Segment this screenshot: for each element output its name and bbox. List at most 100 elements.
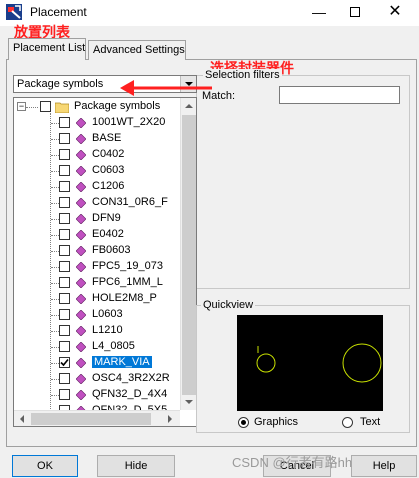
tree-item-checkbox[interactable] bbox=[59, 373, 70, 384]
tree-item-label: L0603 bbox=[92, 308, 123, 320]
vertical-scrollbar[interactable] bbox=[180, 98, 196, 410]
tree-item-label: HOLE2M8_P bbox=[92, 292, 157, 304]
tree-item-checkbox[interactable] bbox=[59, 165, 70, 176]
tab-placement-list[interactable]: Placement List bbox=[8, 38, 86, 60]
tree-connector bbox=[51, 379, 59, 380]
tree-connector bbox=[51, 347, 59, 348]
scroll-down-icon[interactable] bbox=[185, 400, 193, 404]
tree-item-checkbox[interactable] bbox=[59, 133, 70, 144]
tree-item-checkbox[interactable] bbox=[59, 117, 70, 128]
tree-item-checkbox[interactable] bbox=[59, 213, 70, 224]
horizontal-scroll-thumb[interactable] bbox=[31, 413, 151, 425]
package-symbol-icon bbox=[75, 117, 87, 129]
tree-item[interactable]: C0603 bbox=[14, 163, 179, 179]
tree-connector bbox=[26, 107, 38, 108]
scroll-up-icon[interactable] bbox=[185, 104, 193, 108]
collapse-icon[interactable]: − bbox=[17, 102, 26, 111]
hide-button[interactable]: Hide bbox=[97, 455, 175, 477]
tree-item[interactable]: HOLE2M8_P bbox=[14, 291, 179, 307]
tree-item-checkbox[interactable] bbox=[59, 309, 70, 320]
package-symbol-icon bbox=[75, 197, 87, 209]
tree-item[interactable]: FPC5_19_073 bbox=[14, 259, 179, 275]
tree-item[interactable]: L0603 bbox=[14, 307, 179, 323]
package-symbol-icon bbox=[75, 309, 87, 321]
tree-connector bbox=[51, 251, 59, 252]
tree-item-label: CON31_0R6_F bbox=[92, 196, 168, 208]
tree-item-checkbox[interactable] bbox=[59, 389, 70, 400]
match-input[interactable] bbox=[279, 86, 400, 104]
package-symbol-icon bbox=[75, 133, 87, 145]
tree-connector bbox=[51, 299, 59, 300]
app-icon bbox=[6, 4, 22, 20]
tree-connector bbox=[51, 187, 59, 188]
tree-item[interactable]: L4_0805 bbox=[14, 339, 179, 355]
tree-root-checkbox[interactable] bbox=[40, 101, 51, 112]
ok-button[interactable]: OK bbox=[12, 455, 78, 477]
tree-item[interactable]: FPC6_1MM_L bbox=[14, 275, 179, 291]
minimize-button[interactable]: — bbox=[302, 0, 336, 26]
graphics-radio-label[interactable]: Graphics bbox=[254, 416, 298, 428]
tree-root[interactable]: − Package symbols bbox=[14, 99, 179, 115]
tree-connector bbox=[51, 315, 59, 316]
tree-item-label: L4_0805 bbox=[92, 340, 135, 352]
horizontal-scrollbar[interactable] bbox=[14, 410, 180, 426]
tree-item-checkbox[interactable] bbox=[59, 181, 70, 192]
maximize-button[interactable] bbox=[338, 0, 372, 26]
tab-advanced-settings[interactable]: Advanced Settings bbox=[88, 40, 186, 60]
tree-item-label: L1210 bbox=[92, 324, 123, 336]
tree-connector bbox=[51, 267, 59, 268]
graphics-radio[interactable] bbox=[238, 417, 249, 428]
tree-item-label: C1206 bbox=[92, 180, 125, 192]
tree-root-label: Package symbols bbox=[74, 100, 161, 112]
tree-item[interactable]: E0402 bbox=[14, 227, 179, 243]
preview-large-pad bbox=[342, 343, 382, 383]
tree-connector bbox=[51, 139, 59, 140]
tree-item[interactable]: 1001WT_2X20 bbox=[14, 115, 179, 131]
tree-item[interactable]: DFN9 bbox=[14, 211, 179, 227]
tree-item-checkbox[interactable] bbox=[59, 261, 70, 272]
placement-tree[interactable]: − Package symbols 1001WT_2X20 BASE C0402 C060… bbox=[13, 97, 197, 427]
maximize-icon bbox=[350, 7, 360, 17]
tree-item-label: QFN32_D_4X4 bbox=[92, 388, 168, 400]
package-type-value: Package symbols bbox=[17, 78, 104, 90]
scroll-left-icon[interactable] bbox=[20, 415, 24, 423]
tree-item-checkbox[interactable] bbox=[59, 293, 70, 304]
tree-item[interactable]: FB0603 bbox=[14, 243, 179, 259]
close-button[interactable]: ✕ bbox=[376, 0, 414, 26]
tree-item-label: C0402 bbox=[92, 148, 125, 160]
tree-item-label: DFN9 bbox=[92, 212, 121, 224]
quickview-preview bbox=[237, 315, 383, 411]
tree-connector bbox=[51, 203, 59, 204]
package-symbol-icon bbox=[75, 373, 87, 385]
tree-item[interactable]: QFN32_D_4X4 bbox=[14, 387, 179, 403]
tree-item-checkbox[interactable] bbox=[59, 325, 70, 336]
tree-item[interactable]: L1210 bbox=[14, 323, 179, 339]
help-button[interactable]: Help bbox=[351, 455, 417, 477]
tree-item-checkbox[interactable] bbox=[59, 229, 70, 240]
tree-item-checkbox[interactable] bbox=[59, 277, 70, 288]
package-symbol-icon bbox=[75, 245, 87, 257]
tree-item-checkbox[interactable] bbox=[59, 245, 70, 256]
tree-item[interactable]: C0402 bbox=[14, 147, 179, 163]
tree-item-checkbox[interactable] bbox=[59, 357, 70, 368]
tree-item-checkbox[interactable] bbox=[59, 341, 70, 352]
tree-item[interactable]: C1206 bbox=[14, 179, 179, 195]
tree-item[interactable]: OSC4_3R2X2R bbox=[14, 371, 179, 387]
tree-item[interactable]: MARK_VIA bbox=[14, 355, 179, 371]
tree-item-checkbox[interactable] bbox=[59, 149, 70, 160]
folder-icon bbox=[54, 101, 70, 116]
tree-item[interactable]: CON31_0R6_F bbox=[14, 195, 179, 211]
tree-item[interactable]: BASE bbox=[14, 131, 179, 147]
window-title: Placement bbox=[30, 5, 87, 19]
package-symbol-icon bbox=[75, 261, 87, 273]
tree-connector bbox=[51, 219, 59, 220]
tree-item-checkbox[interactable] bbox=[59, 197, 70, 208]
package-symbol-icon bbox=[75, 213, 87, 225]
tree-connector bbox=[51, 283, 59, 284]
text-radio[interactable] bbox=[342, 417, 353, 428]
vertical-scroll-thumb[interactable] bbox=[182, 115, 196, 395]
scroll-right-icon[interactable] bbox=[168, 415, 172, 423]
tree-item-label: OSC4_3R2X2R bbox=[92, 372, 170, 384]
text-radio-label[interactable]: Text bbox=[360, 416, 380, 428]
tree-item-label: 1001WT_2X20 bbox=[92, 116, 166, 128]
